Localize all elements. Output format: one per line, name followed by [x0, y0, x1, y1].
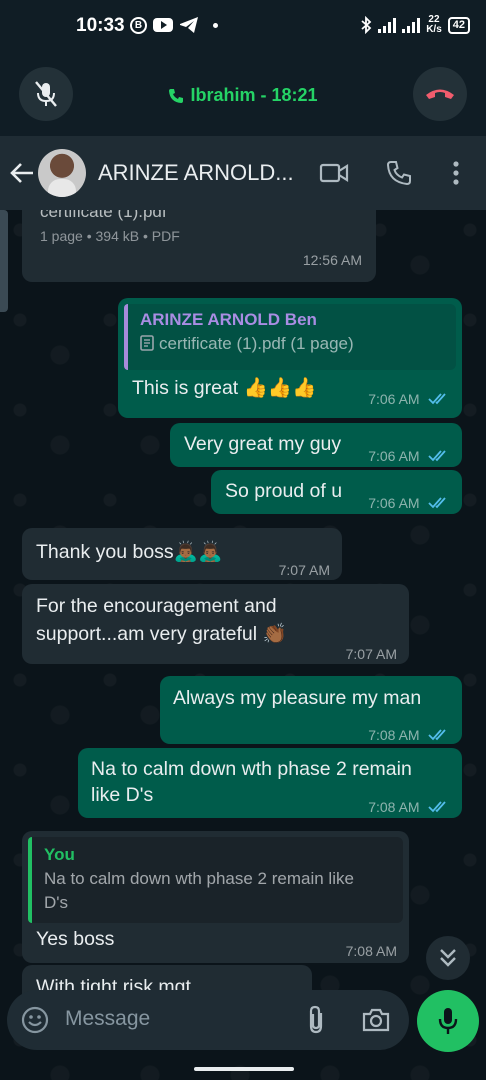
status-notification-icons: B	[130, 16, 218, 34]
voice-call-button[interactable]	[384, 158, 414, 188]
scroll-to-bottom-button[interactable]	[426, 936, 470, 980]
microphone-icon	[438, 1008, 458, 1034]
home-indicator[interactable]	[194, 1067, 294, 1071]
chevron-double-down-icon	[440, 949, 456, 967]
message-time: 7:08 AM	[368, 799, 420, 815]
document-icon	[140, 335, 154, 351]
more-vertical-icon	[453, 161, 459, 185]
emoji-button[interactable]	[21, 1006, 49, 1034]
message-time: 7:07 AM	[278, 562, 330, 578]
message-time: 7:06 AM	[368, 448, 420, 464]
quoted-text-line-1: Na to calm down wth phase 2 remain like	[44, 869, 354, 888]
quoted-text: certificate (1).pdf (1 page)	[159, 334, 354, 353]
video-camera-icon	[319, 163, 349, 183]
arrow-left-icon	[10, 163, 33, 183]
double-check-icon	[428, 393, 446, 405]
message-meta: 7:08 AM	[368, 792, 450, 821]
voice-message-button[interactable]	[417, 990, 479, 1052]
message-meta: 7:08 AM	[368, 720, 450, 749]
quoted-text-row: certificate (1).pdf (1 page)	[140, 332, 446, 356]
message-meta: 7:06 AM	[368, 441, 450, 470]
message-so-proud[interactable]: So proud of u 7:06 AM	[211, 470, 462, 514]
message-document[interactable]: certificate (1).pdf 1 page • 394 kB • PD…	[22, 210, 376, 282]
battery-indicator: 42	[447, 16, 470, 34]
message-time: 7:08 AM	[345, 943, 397, 959]
contact-name[interactable]: ARINZE ARNOLD...	[98, 160, 294, 186]
more-notifications-dot-icon	[213, 22, 218, 28]
double-check-icon	[428, 801, 446, 813]
message-input[interactable]: Message	[65, 1007, 150, 1031]
video-call-button[interactable]	[319, 158, 349, 188]
status-system-icons: 22 K/s 42	[360, 15, 470, 35]
message-very-great[interactable]: Very great my guy 7:06 AM	[170, 423, 462, 467]
message-time: 12:56 AM	[302, 252, 362, 268]
message-text-line-2: like D's	[91, 784, 154, 806]
double-check-icon	[428, 497, 446, 509]
chat-messages-area[interactable]: certificate (1).pdf 1 page • 394 kB • PD…	[0, 210, 486, 1080]
scroll-handle[interactable]	[0, 210, 8, 312]
message-time: 7:06 AM	[368, 495, 420, 511]
double-check-icon	[428, 450, 446, 462]
phone-icon	[386, 161, 411, 186]
end-call-icon	[426, 89, 454, 99]
more-options-button[interactable]	[441, 158, 471, 188]
youtube-icon	[153, 18, 173, 32]
message-text-line-2: support...am very grateful 👏🏾	[36, 623, 287, 645]
message-text: Always my pleasure my man	[173, 687, 422, 709]
end-call-button[interactable]	[413, 67, 467, 121]
smiley-icon	[21, 1006, 49, 1034]
attach-button[interactable]	[303, 1005, 331, 1035]
message-text: Yes boss	[36, 928, 115, 950]
b-badge-icon: B	[130, 16, 147, 34]
message-text: Thank you boss🙇🏾‍♂️🙇🏾‍♂️	[36, 541, 223, 563]
message-text: Very great my guy	[184, 433, 342, 455]
telegram-icon	[180, 17, 198, 33]
signal-strength-2-icon	[402, 17, 421, 33]
quoted-message[interactable]: You Na to calm down wth phase 2 remain l…	[28, 837, 403, 923]
message-reply-this-is-great[interactable]: ARINZE ARNOLD Ben certificate (1).pdf (1…	[118, 298, 462, 418]
chat-header: ARINZE ARNOLD...	[0, 136, 486, 210]
document-file-meta: 1 page • 394 kB • PDF	[40, 228, 180, 244]
bluetooth-icon	[361, 16, 372, 34]
message-pleasure[interactable]: Always my pleasure my man 7:08 AM	[160, 676, 462, 744]
quoted-message[interactable]: ARINZE ARNOLD Ben certificate (1).pdf (1…	[124, 304, 456, 370]
phone-icon	[169, 89, 184, 104]
whatsapp-chat-screen: 10:33 B 22 K/s 42 Ibrahim - 18:21 ARINZE…	[0, 0, 486, 1080]
quoted-text-line-2: D's	[44, 893, 69, 912]
double-check-icon	[428, 729, 446, 741]
ongoing-call-bar[interactable]: Ibrahim - 18:21	[0, 52, 486, 136]
status-bar: 10:33 B 22 K/s 42	[0, 0, 486, 52]
message-encouragement[interactable]: For the encouragement and support...am v…	[22, 584, 409, 664]
message-text: This is great 👍👍👍	[132, 377, 317, 399]
message-text: So proud of u	[225, 480, 343, 502]
message-thank-you[interactable]: Thank you boss🙇🏾‍♂️🙇🏾‍♂️ 7:07 AM	[22, 528, 342, 580]
signal-strength-1-icon	[378, 17, 397, 33]
message-meta: 7:06 AM	[368, 384, 450, 413]
back-button[interactable]	[8, 158, 38, 188]
status-time: 10:33	[76, 15, 125, 36]
message-calm-down[interactable]: Na to calm down wth phase 2 remain like …	[78, 748, 462, 818]
message-time: 7:08 AM	[368, 727, 420, 743]
message-time: 7:07 AM	[345, 646, 397, 662]
contact-avatar[interactable]	[38, 149, 86, 197]
call-caller-label: Ibrahim - 18:21	[190, 85, 318, 105]
camera-icon	[362, 1008, 390, 1032]
message-meta: 7:06 AM	[368, 488, 450, 517]
camera-button[interactable]	[361, 1006, 391, 1034]
message-composer[interactable]: Message	[7, 990, 409, 1050]
message-text-line-1: Na to calm down wth phase 2 remain	[91, 758, 412, 780]
message-time: 7:06 AM	[368, 391, 420, 407]
quoted-author: You	[44, 845, 75, 864]
quoted-author: ARINZE ARNOLD Ben	[140, 310, 317, 329]
message-reply-yes-boss[interactable]: You Na to calm down wth phase 2 remain l…	[22, 831, 409, 963]
message-text-line-1: For the encouragement and	[36, 595, 277, 617]
paperclip-icon	[309, 1005, 323, 1034]
network-speed: 22 K/s	[426, 14, 442, 35]
